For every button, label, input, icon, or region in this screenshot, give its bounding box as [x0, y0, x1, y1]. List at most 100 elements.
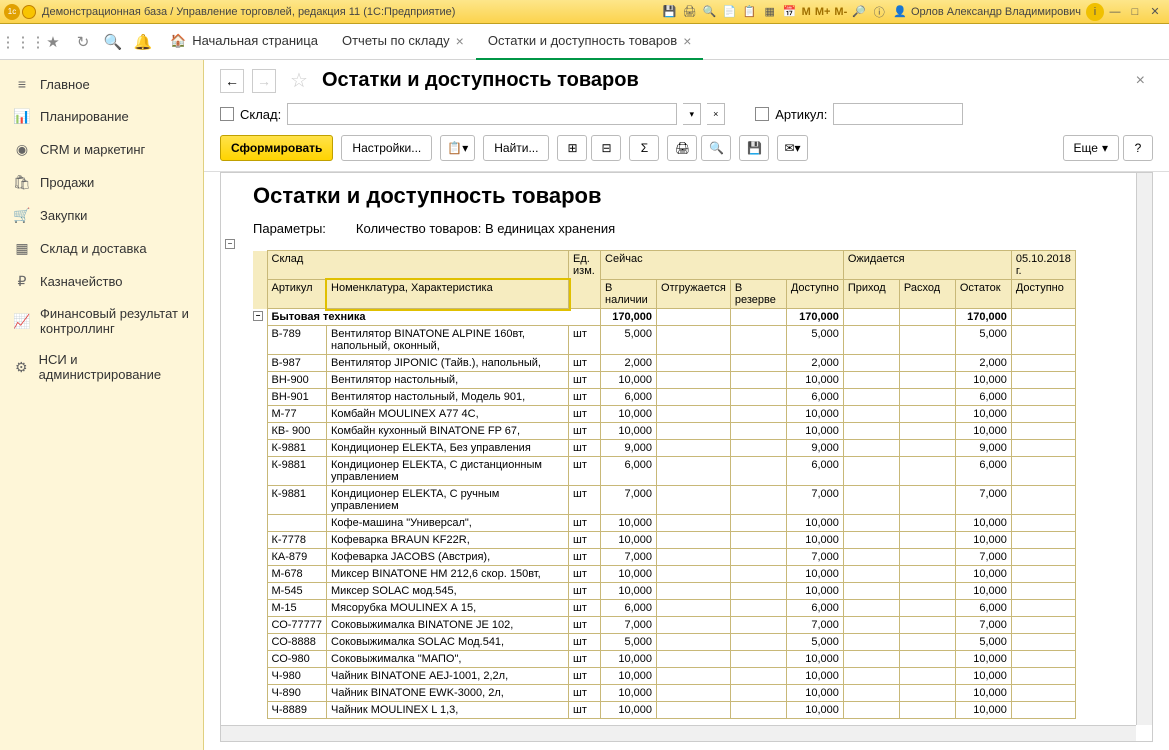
memory-mminus[interactable]: M- — [834, 6, 847, 18]
forward-button[interactable]: → — [252, 69, 276, 93]
header-nomenclature[interactable]: Номенклатура, Характеристика — [327, 280, 569, 309]
table-row[interactable]: К-9881Кондиционер ELEKTA, Без управления… — [253, 440, 1075, 457]
table-row[interactable]: КА-879Кофеварка JACOBS (Австрия),шт7,000… — [253, 549, 1075, 566]
sidebar-item-2[interactable]: ◉CRM и маркетинг — [0, 133, 203, 166]
article-checkbox[interactable] — [755, 107, 769, 121]
settings-button[interactable]: Настройки... — [341, 135, 432, 161]
favorite-star-icon[interactable]: ☆ — [290, 68, 308, 93]
sum-button[interactable]: Σ — [629, 135, 659, 161]
minimize-button[interactable]: — — [1106, 3, 1124, 21]
table-row[interactable]: Ч-980Чайник BINATONE АЕJ-1001, 2,2л,шт10… — [253, 668, 1075, 685]
table-row[interactable]: ВН-901Вентилятор настольный, Модель 901,… — [253, 389, 1075, 406]
tab-reports[interactable]: Отчеты по складу× — [330, 24, 476, 60]
sidebar-item-1[interactable]: 📊Планирование — [0, 100, 203, 133]
tab-close-icon[interactable]: × — [683, 33, 691, 49]
horizontal-scrollbar[interactable] — [221, 725, 1136, 741]
doc-icon[interactable]: 📋 — [741, 3, 759, 21]
sidebar-item-5[interactable]: ▦Склад и доставка — [0, 232, 203, 265]
sidebar-item-3[interactable]: 🛍Продажи — [0, 166, 203, 199]
info-icon[interactable]: ⓘ — [870, 3, 888, 21]
maximize-button[interactable]: □ — [1126, 3, 1144, 21]
sidebar-item-4[interactable]: 🛒Закупки — [0, 199, 203, 232]
search-icon[interactable]: 🔍 — [102, 31, 124, 53]
more-button[interactable]: Еще ▾ — [1063, 135, 1119, 161]
bell-icon[interactable]: 🔔 — [132, 31, 154, 53]
app-logo-icon: 1c — [4, 4, 20, 20]
table-row[interactable]: М-77Комбайн MOULINEX А77 4С,шт10,00010,0… — [253, 406, 1075, 423]
warehouse-input[interactable] — [287, 103, 677, 125]
email-button[interactable]: ✉▾ — [777, 135, 807, 161]
header-expected: Ожидается — [843, 251, 1011, 280]
expand-button[interactable]: ⊞ — [557, 135, 587, 161]
sidebar-icon: 📈 — [14, 313, 30, 330]
memory-m[interactable]: M — [802, 6, 811, 18]
table-row[interactable]: Кофе-машина "Универсал",шт10,00010,00010… — [253, 515, 1075, 532]
print-button[interactable]: 🖨 — [667, 135, 697, 161]
form-button[interactable]: Сформировать — [220, 135, 333, 161]
save-button[interactable]: 💾 — [739, 135, 769, 161]
sidebar-item-6[interactable]: ₽Казначейство — [0, 265, 203, 298]
report-params: Параметры: Количество товаров: В единица… — [221, 209, 1152, 244]
calc-icon[interactable]: 📄 — [721, 3, 739, 21]
preview-button[interactable]: 🔍 — [701, 135, 731, 161]
table-icon[interactable]: ▦ — [761, 3, 779, 21]
table-row[interactable]: Ч-890Чайник BINATONE EWK-3000, 2л,шт10,0… — [253, 685, 1075, 702]
sidebar-icon: 📊 — [14, 108, 30, 125]
variants-button[interactable]: 📋▾ — [440, 135, 475, 161]
tabbar: ⋮⋮⋮ ★ ↻ 🔍 🔔 🏠Начальная страница Отчеты п… — [0, 24, 1169, 60]
vertical-scrollbar[interactable] — [1136, 173, 1152, 725]
sidebar-item-0[interactable]: ≡Главное — [0, 68, 203, 100]
memory-mplus[interactable]: M+ — [815, 6, 831, 18]
header-warehouse: Склад — [267, 251, 569, 280]
find-button[interactable]: Найти... — [483, 135, 549, 161]
app-menu-dropdown[interactable] — [22, 5, 36, 19]
toolbar: Сформировать Настройки... 📋▾ Найти... ⊞ … — [204, 131, 1169, 172]
tree-collapse-button[interactable]: − — [225, 239, 235, 249]
close-button[interactable]: ✕ — [1146, 3, 1164, 21]
warehouse-select-button[interactable]: ▾ — [683, 103, 701, 125]
table-row[interactable]: В-987Вентилятор JIPONIC (Тайв.), напольн… — [253, 355, 1075, 372]
print-icon[interactable]: 🖨 — [681, 3, 699, 21]
calendar-icon[interactable]: 📅 — [781, 3, 799, 21]
warehouse-clear-button[interactable]: × — [707, 103, 725, 125]
apps-icon[interactable]: ⋮⋮⋮ — [12, 31, 34, 53]
table-row[interactable]: М-678Миксер BINATONE HM 212,6 скор. 150в… — [253, 566, 1075, 583]
compare-icon[interactable]: 🔍 — [701, 3, 719, 21]
favorite-icon[interactable]: ★ — [42, 31, 64, 53]
sidebar-label: Закупки — [40, 208, 87, 223]
history-icon[interactable]: ↻ — [72, 31, 94, 53]
help-button[interactable]: ? — [1123, 135, 1153, 161]
page-close-button[interactable]: × — [1128, 72, 1153, 90]
table-row[interactable]: К-9881Кондиционер ELEKTA, С дистанционны… — [253, 457, 1075, 486]
zoom-icon[interactable]: 🔎 — [850, 3, 868, 21]
collapse-button[interactable]: ⊟ — [591, 135, 621, 161]
table-row[interactable]: М-545Миксер SOLAC мод.545,шт10,00010,000… — [253, 583, 1075, 600]
table-row[interactable]: К-7778Кофеварка BRAUN KF22R,шт10,00010,0… — [253, 532, 1075, 549]
page-header: ← → ☆ Остатки и доступность товаров × — [204, 60, 1169, 97]
table-row[interactable]: ВН-900Вентилятор настольный,шт10,00010,0… — [253, 372, 1075, 389]
header-date: 05.10.2018 г. — [1011, 251, 1075, 280]
table-row[interactable]: Ч-8889Чайник MOULINEX L 1,3,шт10,00010,0… — [253, 702, 1075, 719]
table-row[interactable]: КВ- 900Комбайн кухонный BINATONE FP 67,ш… — [253, 423, 1075, 440]
table-row[interactable]: М-15Мясорубка MOULINEX А 15,шт6,0006,000… — [253, 600, 1075, 617]
home-icon: 🏠 — [170, 33, 186, 49]
tab-close-icon[interactable]: × — [456, 33, 464, 49]
table-row[interactable]: СО-8888Соковыжималка SOLAC Мод.541,шт5,0… — [253, 634, 1075, 651]
group-collapse-button[interactable]: − — [253, 311, 263, 321]
warehouse-checkbox[interactable] — [220, 107, 234, 121]
sidebar-item-7[interactable]: 📈Финансовый результат и контроллинг — [0, 298, 203, 344]
table-row[interactable]: В-789Вентилятор BINATONE ALPINE 160вт, н… — [253, 326, 1075, 355]
help-icon[interactable]: i — [1086, 3, 1104, 21]
sidebar-item-8[interactable]: ⚙НСИ и администрирование — [0, 344, 203, 390]
table-row[interactable]: К-9881Кондиционер ELEKTA, С ручным управ… — [253, 486, 1075, 515]
article-input[interactable] — [833, 103, 963, 125]
group-name[interactable]: Бытовая техника — [267, 309, 601, 326]
save-icon[interactable]: 💾 — [661, 3, 679, 21]
back-button[interactable]: ← — [220, 69, 244, 93]
tab-stock[interactable]: Остатки и доступность товаров× — [476, 24, 704, 60]
tab-home[interactable]: 🏠Начальная страница — [158, 24, 330, 60]
user-label[interactable]: 👤Орлов Александр Владимирович — [893, 5, 1081, 18]
table-row[interactable]: СО-980Соковыжималка "МАПО",шт10,00010,00… — [253, 651, 1075, 668]
table-row[interactable]: СО-77777Соковыжималка BINATONE JE 102,шт… — [253, 617, 1075, 634]
window-title: Демонстрационная база / Управление торго… — [42, 6, 455, 18]
